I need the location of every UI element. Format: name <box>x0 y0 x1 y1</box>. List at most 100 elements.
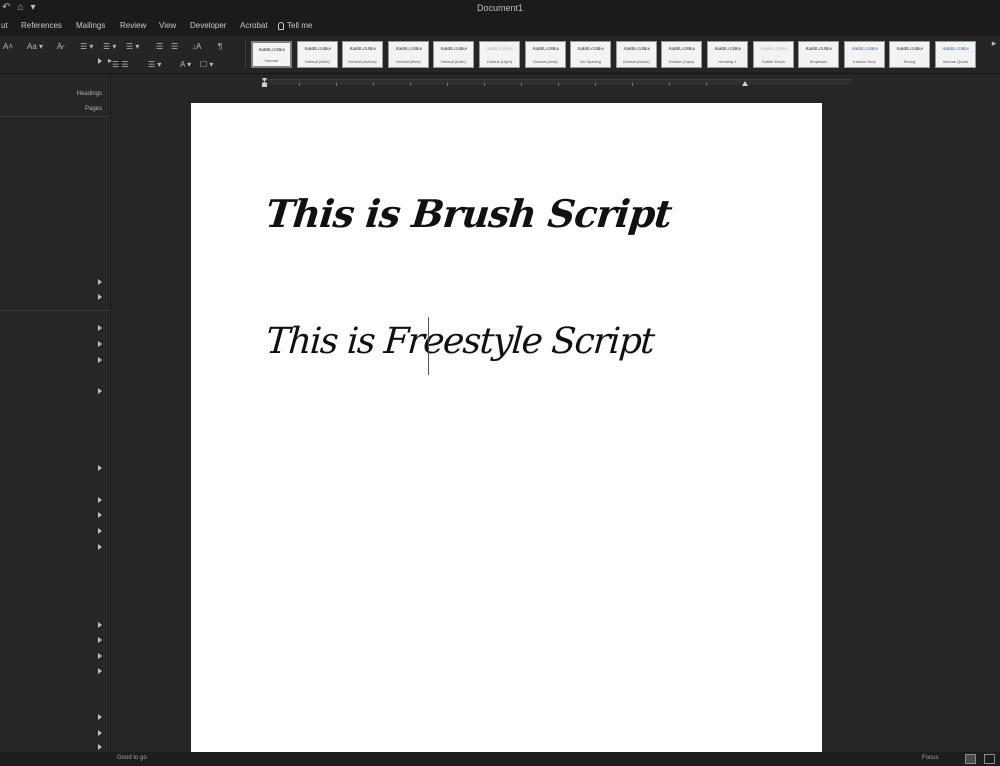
style-tile[interactable]: AaBbCcDdEe Default (Light) <box>479 41 520 68</box>
style-tile[interactable]: AaBbCcDdEe Default (Bold) <box>388 41 429 68</box>
align-buttons[interactable]: ☰ ☰ <box>112 60 129 69</box>
style-name: Default (Caps) <box>668 59 695 64</box>
decrease-indent-button[interactable]: ☰ <box>156 42 163 51</box>
tab-review[interactable]: Review <box>120 21 146 30</box>
ruler-tick <box>632 83 633 86</box>
style-sample-text: AaBbCcDdEe <box>760 47 787 52</box>
increase-indent-button[interactable]: ☰ <box>171 42 178 51</box>
style-sample-text: AaBbCcDdEe <box>304 47 331 52</box>
expand-arrow-icon[interactable] <box>98 388 102 394</box>
ribbon-tabs: ut References Mailings Review View Devel… <box>0 17 1000 36</box>
style-tile[interactable]: AaBbCcDdEe No Spacing <box>570 41 611 68</box>
grow-font-button[interactable]: A˄ <box>3 42 13 51</box>
style-sample-text: AaBbCcDdEe <box>258 48 285 53</box>
style-tile[interactable]: AaBbCcDdEe Default (Italic) <box>433 41 474 68</box>
borders-button[interactable]: ☐ ▾ <box>200 60 213 69</box>
ruler-tick <box>595 83 596 86</box>
expand-arrow-icon[interactable] <box>98 528 102 534</box>
expand-arrow-icon[interactable] <box>98 544 102 550</box>
shading-button[interactable]: A ▾ <box>180 60 191 69</box>
print-layout-view-icon[interactable] <box>965 754 976 764</box>
ruler-tick <box>447 83 448 86</box>
style-name: Default (Arial) <box>533 59 558 64</box>
ruler-tick <box>669 83 670 86</box>
right-indent-marker[interactable] <box>742 81 748 86</box>
expand-arrow-icon[interactable] <box>98 341 102 347</box>
document-page[interactable]: This is Brush Script This is Freestyle S… <box>191 103 822 752</box>
expand-arrow-icon[interactable] <box>98 512 102 518</box>
tab-mailings[interactable]: Mailings <box>76 21 105 30</box>
clear-formatting-button[interactable]: A̷ <box>57 42 62 51</box>
paragraph-more-icon[interactable]: ▸ <box>108 56 112 65</box>
style-tile[interactable]: AaBbCcDdEe Intense Emp <box>844 41 885 68</box>
tab-developer[interactable]: Developer <box>190 21 226 30</box>
tell-me-box[interactable]: Tell me <box>278 21 312 30</box>
style-name: No Spacing <box>580 59 601 64</box>
style-tile[interactable]: AaBbCcDdEe Heading 1 <box>707 41 748 68</box>
style-tile[interactable]: AaBbCcDdEe Intense Quote <box>935 41 976 68</box>
expand-arrow-icon[interactable] <box>98 714 102 720</box>
style-tile[interactable]: AaBbCcDdEe Default (Author) <box>342 41 383 68</box>
style-sample-text: AaBbCcDdEe <box>942 47 969 52</box>
expand-arrow-icon[interactable] <box>98 653 102 659</box>
brush-script-line[interactable]: This is Brush Script <box>264 191 674 236</box>
sort-button[interactable]: ↓A <box>192 42 201 51</box>
freestyle-script-line[interactable]: This is Freestyle Script <box>265 321 655 362</box>
style-name: Intense Quote <box>942 59 969 64</box>
style-name: Intense Emp <box>853 59 876 64</box>
tell-me-label: Tell me <box>287 21 313 30</box>
expand-arrow-icon[interactable] <box>98 622 102 628</box>
expand-arrow-icon[interactable] <box>98 668 102 674</box>
tab-view[interactable]: View <box>159 21 176 30</box>
style-name: Emphasis <box>809 59 828 64</box>
style-tile[interactable]: AaBbCcDdEe Subtle Emph <box>753 41 794 68</box>
style-tile[interactable]: AaBbCcDdEe Default (Caps) <box>661 41 702 68</box>
show-formatting-button[interactable]: ¶ <box>218 42 222 51</box>
expand-arrow-icon[interactable] <box>98 294 102 300</box>
multilevel-list-button[interactable]: ☰ ▾ <box>126 42 139 51</box>
ruler-tick <box>521 83 522 86</box>
style-sample-text: AaBbCcDdEe <box>486 47 513 52</box>
focus-button[interactable]: Focus <box>922 755 938 761</box>
expand-arrow-icon[interactable] <box>98 730 102 736</box>
style-tile[interactable]: AaBbCcDdEe Default (Mono) <box>616 41 657 68</box>
expand-arrow-icon[interactable] <box>98 357 102 363</box>
tab-acrobat[interactable]: Acrobat <box>240 21 268 30</box>
style-name: Subtle Emph <box>762 59 785 64</box>
expand-arrow-icon[interactable] <box>98 744 102 750</box>
expand-arrow-icon[interactable] <box>98 497 102 503</box>
ruler-tick <box>706 83 707 86</box>
expand-arrow-icon[interactable] <box>98 279 102 285</box>
change-case-button[interactable]: Aa ▾ <box>27 42 43 51</box>
document-title: Document1 <box>476 3 524 13</box>
style-tile[interactable]: AaBbCcDdEe Strong <box>889 41 930 68</box>
style-tile[interactable]: AaBbCcDdEe Normal <box>251 41 292 68</box>
expand-arrow-icon[interactable] <box>98 637 102 643</box>
style-sample-text: AaBbCcDdEe <box>896 47 923 52</box>
ruler-tick <box>336 83 337 86</box>
expand-arrow-icon[interactable] <box>98 58 102 64</box>
horizontal-ruler[interactable] <box>111 75 1000 89</box>
nav-tab-headings[interactable]: Headings <box>77 91 102 97</box>
tab-references[interactable]: References <box>21 21 62 30</box>
expand-arrow-icon[interactable] <box>98 325 102 331</box>
navigation-pane-header: Headings Pages <box>0 74 110 117</box>
style-tile[interactable]: AaBbCcDdEe Default (Web) <box>297 41 338 68</box>
expand-arrow-icon[interactable] <box>98 465 102 471</box>
numbering-button[interactable]: ☰ ▾ <box>103 42 116 51</box>
style-name: Normal <box>265 58 278 63</box>
nav-tab-pages[interactable]: Pages <box>85 106 102 112</box>
tab-layout[interactable]: ut <box>1 21 8 30</box>
style-tile[interactable]: AaBbCcDdEe Default (Arial) <box>525 41 566 68</box>
web-layout-view-icon[interactable] <box>984 754 995 764</box>
style-sample-text: AaBbCcDdEe <box>349 47 376 52</box>
lightbulb-icon <box>278 21 284 30</box>
style-tile[interactable]: AaBbCcDdEe Emphasis <box>798 41 839 68</box>
style-sample-text: AaBbCcDdEe <box>623 47 650 52</box>
ruler-tick <box>484 83 485 86</box>
bullets-button[interactable]: ☰ ▾ <box>80 42 93 51</box>
styles-gallery-more-icon[interactable]: ▸ <box>988 38 1000 72</box>
nav-divider <box>0 310 110 311</box>
style-name: Default (Author) <box>348 59 377 64</box>
line-spacing-button[interactable]: ☰ ▾ <box>148 60 161 69</box>
